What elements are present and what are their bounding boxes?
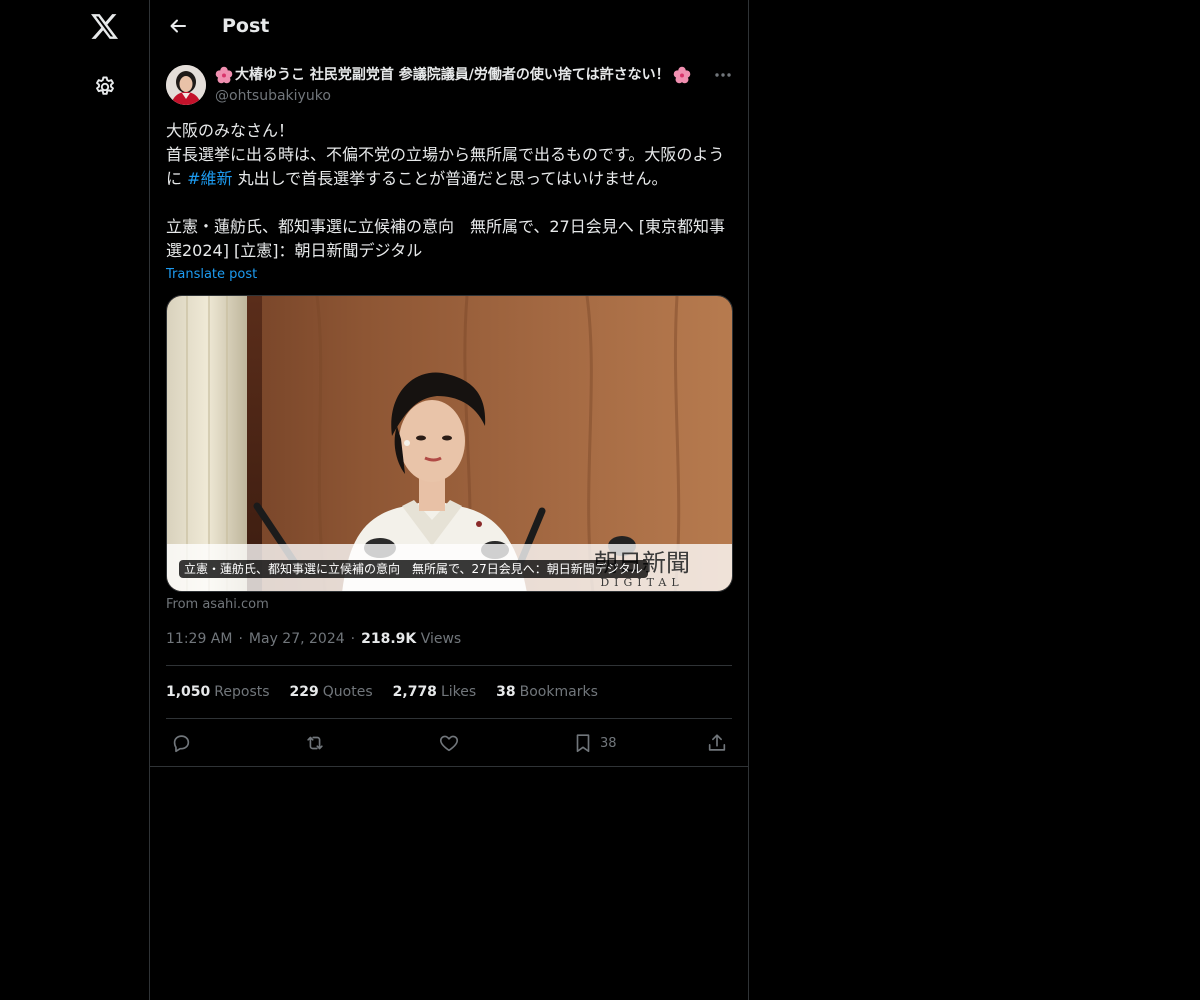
link-card[interactable]: 朝日新聞 DIGITAL 立憲・蓮舫氏、都知事選に立候補の意向 無所属で、27日… <box>166 295 733 592</box>
post-text-line: 立憲・蓮舫氏、都知事選に立候補の意向 無所属で、27日会見へ [東京都知事選20… <box>166 217 726 260</box>
x-logo-icon[interactable] <box>85 7 125 47</box>
bookmarks-stat[interactable]: 38 Bookmarks <box>496 682 598 702</box>
arrow-left-icon <box>170 19 186 33</box>
likes-count: 2,778 <box>392 684 437 700</box>
post-text-segment: 丸出しで首長選挙することが普通だと思ってはいけません。 <box>232 169 668 188</box>
meta-separator: · <box>350 631 356 647</box>
card-caption: 立憲・蓮舫氏、都知事選に立候補の意向 無所属で、27日会見へ：朝日新聞デジタル <box>179 560 648 578</box>
reposts-label: Reposts <box>214 684 270 700</box>
translate-post-link[interactable]: Translate post <box>166 266 257 284</box>
hibiscus-icon <box>215 66 233 84</box>
bookmark-icon <box>576 734 590 753</box>
bookmark-button[interactable]: 38 <box>572 729 617 757</box>
avatar[interactable] <box>166 65 206 105</box>
page-title: Post <box>222 15 270 37</box>
post-text-line: 大阪のみなさん！ <box>166 121 295 140</box>
post-time[interactable]: 11:29 AM <box>166 631 232 647</box>
card-image: 朝日新聞 DIGITAL <box>167 296 732 591</box>
reposts-stat[interactable]: 1,050 Reposts <box>166 682 270 702</box>
reposts-count: 1,050 <box>166 684 211 700</box>
quotes-stat[interactable]: 229 Quotes <box>290 682 373 702</box>
divider <box>166 665 732 666</box>
post-text-line: 首長選挙に出る時は、不偏不党の立場から無所属で出るものです。大阪のように #維新… <box>166 143 736 191</box>
divider <box>150 766 748 767</box>
author-handle[interactable]: @ohtsubakiyuko <box>215 86 331 106</box>
gear-icon[interactable] <box>85 67 125 107</box>
views-count: 218.9K <box>361 631 417 647</box>
views-label: Views <box>420 631 462 647</box>
post-date[interactable]: May 27, 2024 <box>249 631 345 647</box>
primary-column: Post 大椿ゆうこ 社民党副党首 参議院議員/労働者の使い捨ては許さない！ @… <box>149 0 749 1000</box>
divider <box>166 718 732 719</box>
card-source[interactable]: From asahi.com <box>166 596 269 614</box>
more-options-button[interactable] <box>710 64 736 86</box>
author-name[interactable]: 大椿ゆうこ 社民党副党首 参議院議員/労働者の使い捨ては許さない！ <box>215 65 705 85</box>
quotes-count: 229 <box>289 684 319 700</box>
back-button[interactable] <box>160 8 196 44</box>
author-name-text: 大椿ゆうこ 社民党副党首 参議院議員/労働者の使い捨ては許さない！ <box>235 67 670 83</box>
hibiscus-icon <box>673 66 690 84</box>
more-dots-icon <box>715 73 731 77</box>
bookmark-count: 38 <box>600 735 617 751</box>
quotes-label: Quotes <box>322 684 373 700</box>
bookmarks-count: 38 <box>496 684 516 700</box>
bookmarks-label: Bookmarks <box>519 684 598 700</box>
reply-button[interactable] <box>170 729 192 757</box>
header: Post <box>150 0 748 53</box>
reply-icon <box>173 735 190 753</box>
repost-icon <box>307 736 323 750</box>
left-nav <box>0 0 149 1000</box>
likes-stat[interactable]: 2,778 Likes <box>393 682 477 702</box>
heart-icon <box>439 735 459 752</box>
share-button[interactable] <box>706 729 728 757</box>
share-icon <box>708 734 726 751</box>
post-meta: 11:29 AM · May 27, 2024 · 218.9K Views <box>166 629 461 649</box>
post-text: 大阪のみなさん！ 首長選挙に出る時は、不偏不党の立場から無所属で出るものです。大… <box>166 119 736 263</box>
hashtag-link[interactable]: #維新 <box>187 169 232 188</box>
action-bar: 38 <box>166 729 732 757</box>
post-stats: 1,050 Reposts 229 Quotes 2,778 Likes 38 Book… <box>166 682 598 702</box>
like-button[interactable] <box>438 729 460 757</box>
meta-separator: · <box>238 631 243 647</box>
repost-button[interactable] <box>304 729 326 757</box>
likes-label: Likes <box>440 684 477 700</box>
